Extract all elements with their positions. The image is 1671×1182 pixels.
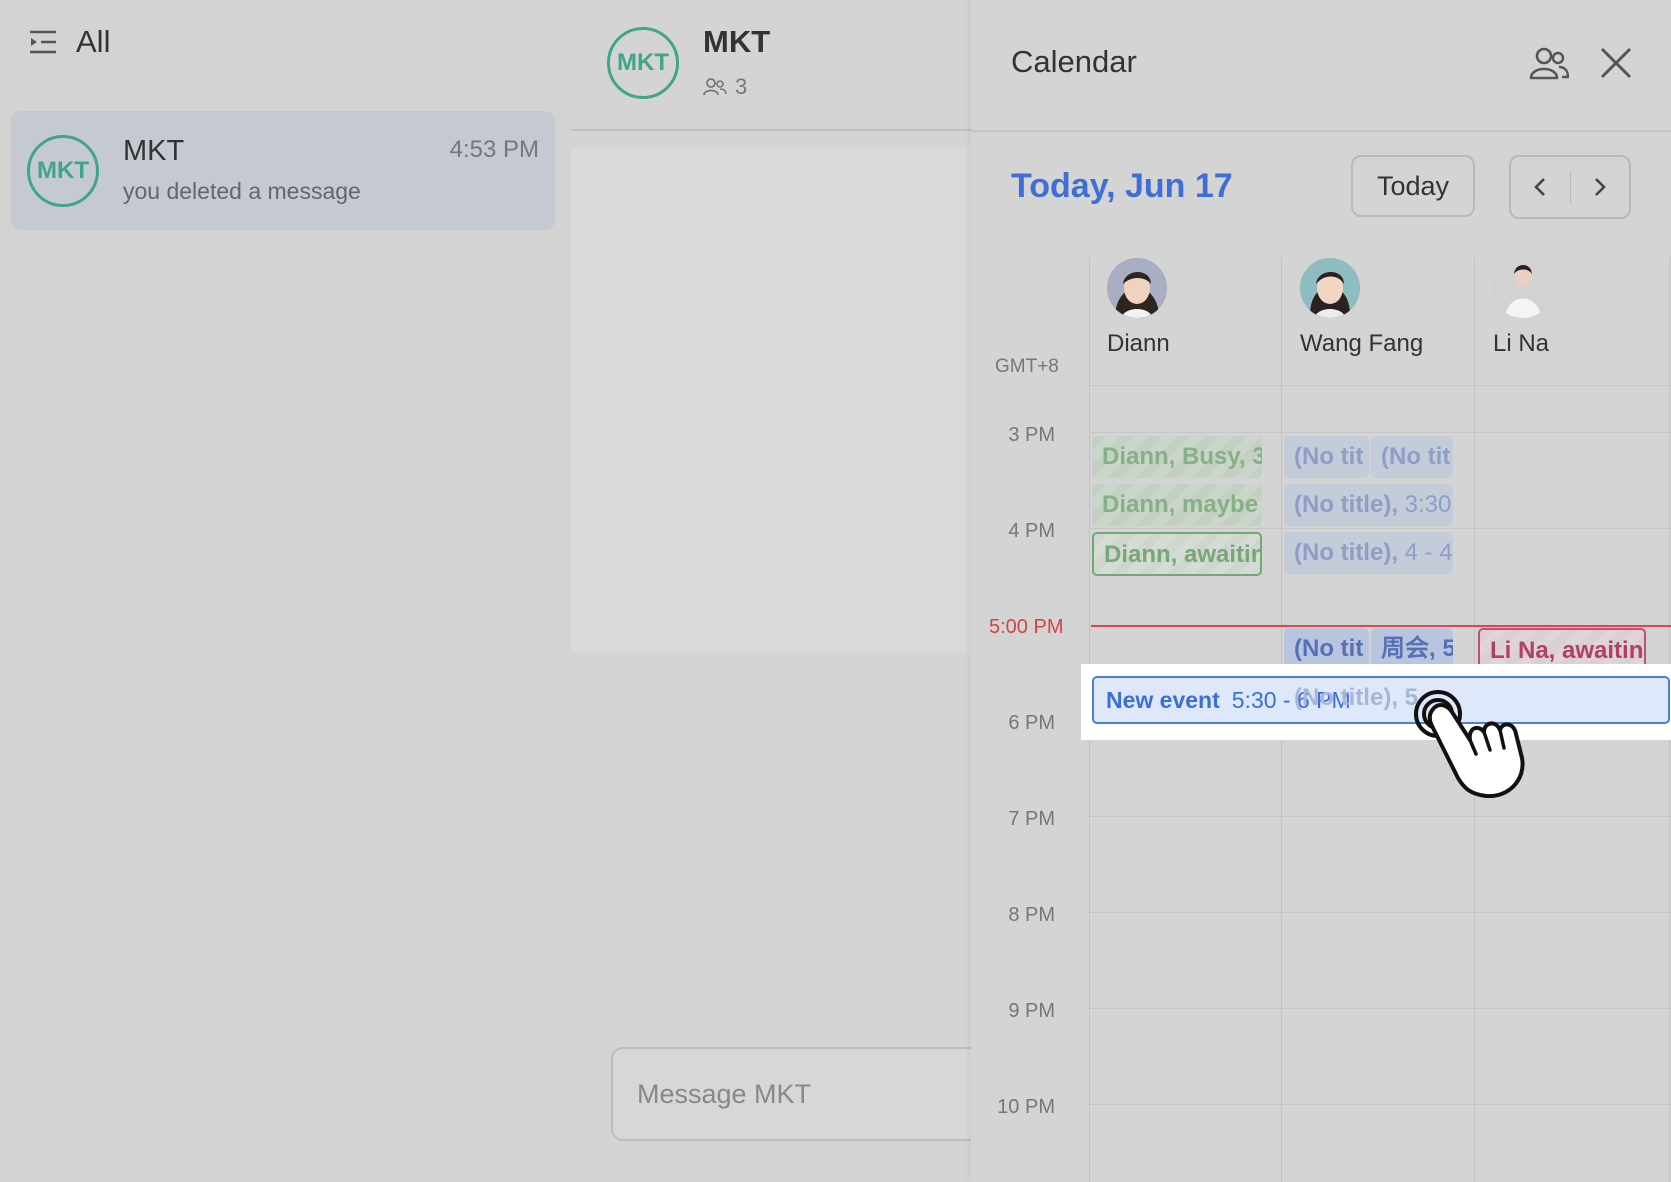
hour-label: 7 PM [1008, 808, 1055, 830]
calendar-panel: Calendar Today, Jun 17 Today GMT+8 3 PM … [971, 0, 1671, 1182]
today-button[interactable]: Today [1351, 155, 1475, 217]
calendar-event[interactable]: Diann, awaitin [1092, 532, 1262, 576]
close-icon[interactable] [1599, 46, 1633, 80]
message-area [571, 147, 971, 652]
grid-row-line [1089, 912, 1671, 913]
chat-list-item[interactable]: MKT MKT 4:53 PM you deleted a message [11, 111, 555, 230]
message-input[interactable]: Message MKT [611, 1047, 1011, 1141]
new-event-label: New event [1106, 686, 1220, 713]
person-name: Li Na [1493, 330, 1550, 357]
current-time-label: 5:00 PM [989, 616, 1064, 638]
person-name: Diann [1107, 330, 1170, 357]
event-title: (No title), [1294, 491, 1398, 518]
calendar-event[interactable]: Diann, Busy, 3 [1092, 436, 1262, 478]
person-photo [1300, 258, 1360, 318]
group-avatar: MKT [27, 135, 99, 207]
hour-label: 10 PM [997, 1096, 1055, 1118]
calendar-event[interactable]: (No tit [1371, 436, 1453, 478]
hour-label: 8 PM [1008, 904, 1055, 926]
grid-row-line [1089, 1104, 1671, 1105]
date-navigation [1509, 155, 1631, 219]
new-event-block[interactable]: (No title), 5 New event 5:30 - 6 PM [1092, 676, 1670, 724]
conversation-title[interactable]: MKT [703, 24, 770, 60]
calendar-title: Calendar [1011, 44, 1137, 79]
calendar-event[interactable]: (No title), 4 - 4 [1284, 532, 1453, 574]
timezone-label: GMT+8 [995, 356, 1059, 377]
event-title: (No title), [1294, 539, 1398, 566]
conversation-header: MKT MKT 3 [571, 0, 971, 131]
hour-label: 6 PM [1008, 712, 1055, 734]
person-name: Wang Fang [1300, 330, 1424, 357]
calendar-event[interactable]: (No title), 3:30 [1284, 484, 1453, 526]
filter-label: All [76, 24, 111, 59]
chat-list-pane: All MKT MKT 4:53 PM you deleted a messag… [0, 0, 571, 1182]
hour-label: 4 PM [1008, 520, 1055, 542]
grid-row-line [1089, 385, 1671, 386]
current-time-line [1091, 625, 1671, 627]
person-photo [1107, 258, 1167, 318]
previous-button[interactable] [1511, 157, 1570, 217]
hour-label: 9 PM [1008, 1000, 1055, 1022]
filter-menu-icon[interactable] [28, 27, 58, 57]
member-count[interactable]: 3 [703, 74, 747, 100]
avatar [1300, 258, 1360, 318]
hand-pointer-icon [1414, 690, 1525, 798]
person-column-li-na: Li Na [1493, 258, 1653, 358]
grid-row-line [1089, 432, 1671, 433]
person-column-wang-fang: Wang Fang [1300, 258, 1460, 358]
current-date: Today, Jun 17 [1011, 167, 1233, 205]
group-avatar[interactable]: MKT [607, 27, 679, 99]
avatar [1107, 258, 1167, 318]
event-time: 4 - 4 [1404, 539, 1453, 566]
chevron-right-icon [1594, 178, 1606, 196]
person-column-diann: Diann [1107, 258, 1267, 358]
calendar-event[interactable]: Diann, maybe [1092, 484, 1262, 526]
calendar-event[interactable]: (No tit [1284, 436, 1369, 478]
grid-row-line [1089, 528, 1671, 529]
person-photo [1493, 258, 1553, 318]
member-count-value: 3 [735, 74, 748, 99]
grid-row-line [1089, 1008, 1671, 1009]
grid-row-line [1089, 816, 1671, 817]
chat-name: MKT [123, 135, 185, 167]
avatar [1493, 258, 1553, 318]
event-time: 3:30 [1404, 491, 1452, 518]
next-button[interactable] [1571, 157, 1630, 217]
chat-time: 4:53 PM [449, 136, 539, 163]
conversation-pane: MKT MKT 3 Message MKT [571, 0, 1011, 1182]
people-icon[interactable] [1529, 44, 1569, 84]
hour-label: 3 PM [1008, 424, 1055, 446]
chevron-left-icon [1534, 178, 1546, 196]
members-icon [703, 78, 727, 96]
underlying-event: (No title), 5 [1294, 684, 1418, 711]
chat-filter[interactable]: All [28, 24, 110, 60]
calendar-header: Calendar [971, 0, 1671, 132]
chat-preview: you deleted a message [123, 178, 361, 204]
